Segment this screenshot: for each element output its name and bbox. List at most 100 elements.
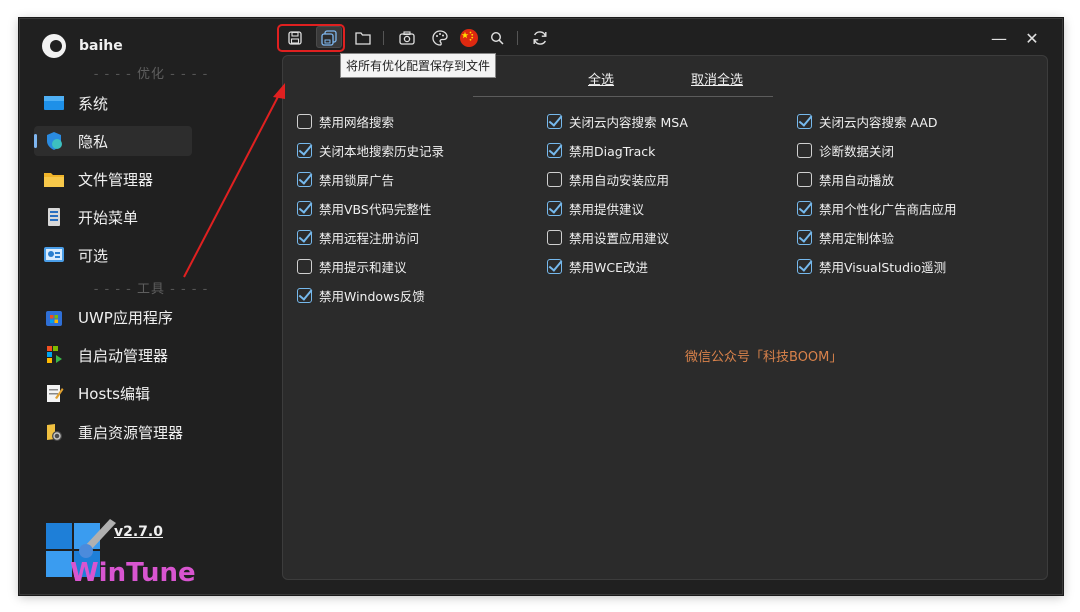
option-label: 禁用远程注册访问	[319, 230, 420, 246]
checkbox-checked[interactable]	[797, 229, 812, 245]
option-label: 禁用VisualStudio遥测	[819, 259, 947, 275]
checkbox-checked[interactable]	[547, 200, 562, 216]
option-item[interactable]: 禁用定制体验	[797, 227, 894, 247]
china-flag-icon	[460, 29, 478, 47]
deselect-all-link[interactable]: 取消全选	[691, 69, 743, 88]
checkbox-unchecked[interactable]	[297, 258, 312, 274]
option-label: 禁用提示和建议	[319, 259, 407, 275]
sidebar-item-file-manager[interactable]: 文件管理器	[34, 164, 192, 194]
open-folder-icon	[355, 32, 371, 45]
option-item[interactable]: 禁用WCE改进	[547, 256, 648, 276]
checkbox-unchecked[interactable]	[797, 171, 812, 187]
sidebar-item-startup-manager[interactable]: 自启动管理器	[34, 340, 192, 370]
sidebar-item-label: 重启资源管理器	[78, 423, 184, 442]
option-item[interactable]: 禁用远程注册访问	[297, 227, 419, 247]
search-icon	[490, 31, 504, 45]
start-menu-icon	[48, 208, 60, 226]
toolbar-separator	[383, 31, 384, 45]
option-item[interactable]: 禁用提供建议	[547, 198, 644, 218]
section-optimize-label: 优化	[136, 67, 165, 82]
section-optimize: - - - - 优化 - - - -	[93, 67, 209, 82]
option-item[interactable]: 禁用锁屏广告	[297, 169, 394, 189]
checkbox-checked[interactable]	[297, 171, 312, 187]
open-folder-button[interactable]	[351, 27, 375, 49]
camera-icon	[399, 31, 415, 45]
checkbox-checked[interactable]	[547, 258, 562, 274]
option-item[interactable]: 禁用DiagTrack	[547, 140, 655, 160]
sidebar-item-optional[interactable]: 可选	[34, 240, 192, 270]
checkbox-checked[interactable]	[297, 142, 312, 158]
checkbox-checked[interactable]	[797, 258, 812, 274]
option-label: 禁用网络搜索	[319, 114, 395, 130]
option-item[interactable]: 禁用设置应用建议	[547, 227, 669, 247]
search-button[interactable]	[485, 27, 509, 49]
user-name: baihe	[79, 38, 123, 54]
checkbox-checked[interactable]	[297, 229, 312, 245]
option-label: 禁用设置应用建议	[569, 230, 670, 246]
option-item[interactable]: 禁用提示和建议	[297, 256, 407, 276]
option-label: 关闭云内容搜索 MSA	[569, 114, 688, 130]
option-item[interactable]: 关闭云内容搜索 AAD	[797, 111, 938, 131]
option-label: 禁用Windows反馈	[319, 288, 425, 304]
sidebar-item-system[interactable]: 系统	[34, 88, 192, 118]
select-all-link[interactable]: 全选	[588, 69, 614, 88]
checkbox-checked[interactable]	[297, 200, 312, 216]
option-label: 禁用个性化广告商店应用	[819, 201, 957, 217]
sidebar-item-hosts-editor[interactable]: Hosts编辑	[34, 378, 192, 408]
checkbox-unchecked[interactable]	[547, 229, 562, 245]
option-item[interactable]: 关闭云内容搜索 MSA	[547, 111, 688, 131]
option-label: 禁用VBS代码完整性	[319, 201, 432, 217]
option-item[interactable]: 关闭本地搜索历史记录	[297, 140, 444, 160]
toolbar-separator	[517, 31, 518, 45]
option-item[interactable]: 禁用VBS代码完整性	[297, 198, 431, 218]
tooltip: 将所有优化配置保存到文件	[340, 53, 497, 78]
option-label: 禁用提供建议	[569, 201, 645, 217]
sidebar-item-start-menu[interactable]: 开始菜单	[34, 202, 192, 232]
checkbox-checked[interactable]	[547, 113, 562, 129]
checkbox-checked[interactable]	[797, 200, 812, 216]
palette-icon	[432, 30, 448, 46]
sidebar-item-restart-explorer[interactable]: 重启资源管理器	[34, 417, 192, 447]
minimize-button[interactable]: —	[987, 27, 1011, 49]
option-item[interactable]: 禁用VisualStudio遥测	[797, 256, 946, 276]
checkbox-unchecked[interactable]	[547, 171, 562, 187]
option-item[interactable]: 禁用网络搜索	[297, 111, 394, 131]
refresh-button[interactable]	[528, 27, 552, 49]
checkbox-unchecked[interactable]	[297, 113, 312, 129]
watermark-text: 微信公众号「科技BOOM」	[685, 350, 843, 365]
option-label: 禁用WCE改进	[569, 259, 648, 275]
sidebar-item-uwp[interactable]: UWP应用程序	[34, 302, 192, 332]
section-tools-label: 工具	[136, 282, 165, 297]
option-item[interactable]: 禁用个性化广告商店应用	[797, 198, 957, 218]
close-button[interactable]: ✕	[1020, 27, 1044, 49]
sidebar-item-privacy[interactable]: 隐私	[34, 126, 192, 156]
sidebar-item-label: Hosts编辑	[78, 384, 150, 403]
option-label: 禁用定制体验	[819, 230, 895, 246]
checkbox-checked[interactable]	[547, 142, 562, 158]
explorer-restart-icon	[47, 424, 62, 441]
checkbox-unchecked[interactable]	[797, 142, 812, 158]
checkbox-checked[interactable]	[297, 287, 312, 303]
user-profile[interactable]: baihe	[42, 34, 123, 58]
sidebar-item-label: 隐私	[78, 132, 109, 151]
section-tools: - - - - 工具 - - - -	[93, 282, 209, 297]
option-label: 禁用锁屏广告	[319, 172, 395, 188]
screenshot-button[interactable]	[395, 27, 419, 49]
option-item[interactable]: 禁用Windows反馈	[297, 285, 425, 305]
option-item[interactable]: 禁用自动播放	[797, 169, 894, 189]
option-label: 禁用DiagTrack	[569, 143, 656, 159]
app-window: baihe - - - - 优化 - - - - 系统 隐私 文件管理器 开始菜…	[19, 18, 1063, 595]
shield-icon	[47, 132, 62, 150]
avatar	[42, 34, 66, 58]
option-item[interactable]: 诊断数据关闭	[797, 140, 894, 160]
theme-button[interactable]	[428, 27, 452, 49]
option-label: 诊断数据关闭	[819, 143, 895, 159]
language-button[interactable]	[457, 27, 481, 49]
checkbox-checked[interactable]	[797, 113, 812, 129]
sidebar-item-label: 自启动管理器	[78, 346, 169, 365]
sidebar: baihe - - - - 优化 - - - - 系统 隐私 文件管理器 开始菜…	[20, 19, 282, 594]
option-label: 关闭云内容搜索 AAD	[819, 114, 938, 130]
folder-icon	[44, 173, 64, 187]
version-link[interactable]: v2.7.0	[114, 524, 163, 540]
option-item[interactable]: 禁用自动安装应用	[547, 169, 669, 189]
